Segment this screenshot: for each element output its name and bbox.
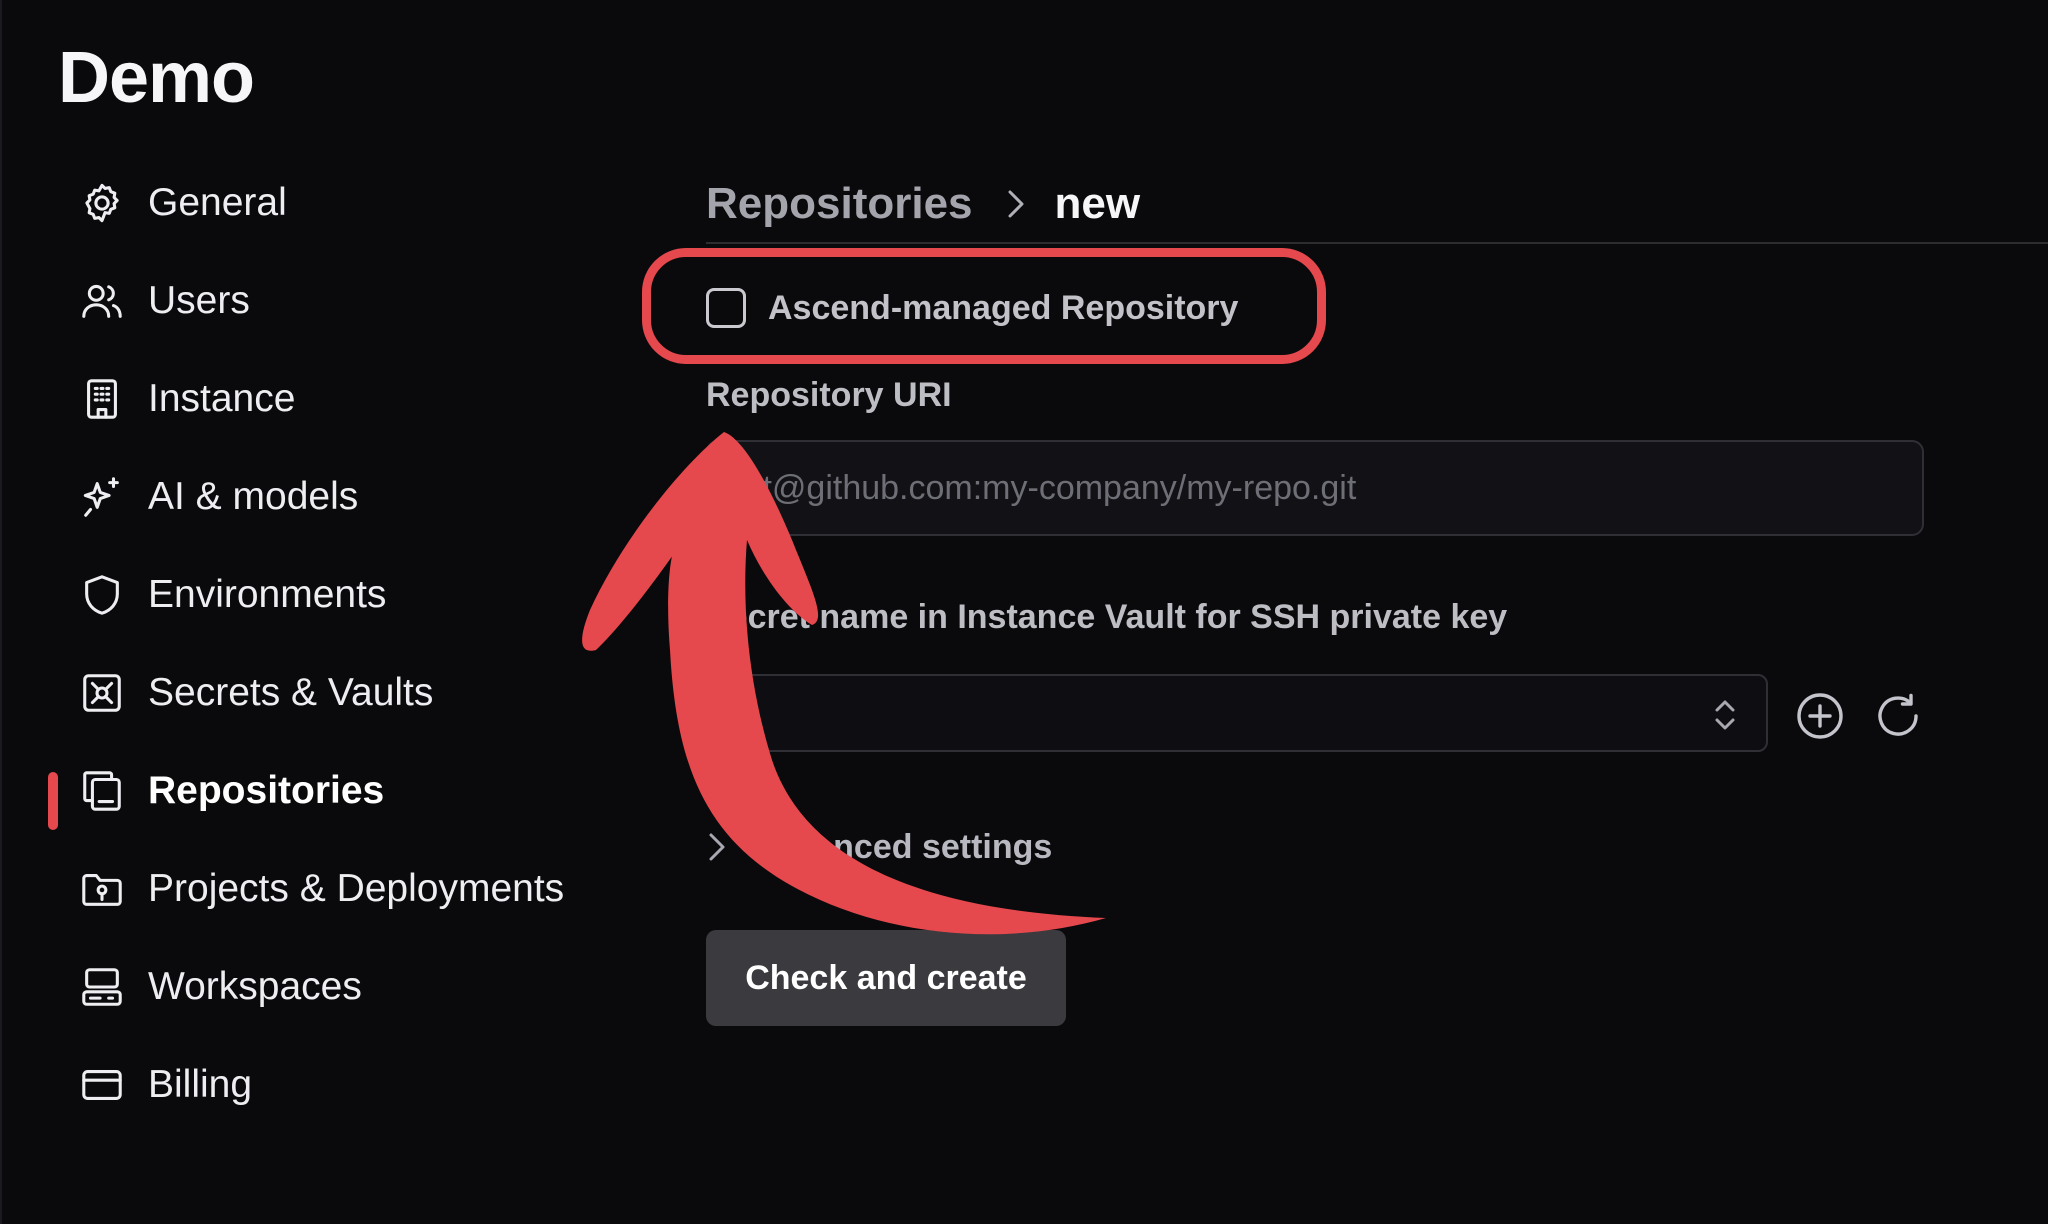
plus-circle-icon (1797, 693, 1843, 739)
sidebar-item-billing[interactable]: Billing (78, 1050, 638, 1120)
sidebar-item-instance[interactable]: Instance (78, 364, 638, 434)
sidebar-item-label: Projects & Deployments (148, 867, 565, 910)
sidebar-item-secrets-vaults[interactable]: Secrets & Vaults (78, 658, 638, 728)
shield-icon (78, 571, 126, 619)
chevron-right-icon (709, 833, 725, 861)
add-secret-button[interactable] (1794, 690, 1846, 742)
ascend-managed-label: Ascend-managed Repository (768, 288, 1239, 327)
advanced-settings-toggle[interactable]: Advanced settings (706, 822, 1052, 872)
app-title: Demo (58, 38, 255, 118)
sidebar-item-general[interactable]: General (78, 168, 638, 238)
refresh-icon (1878, 693, 1918, 736)
sidebar-item-label: AI & models (148, 475, 359, 518)
sidebar-item-users[interactable]: Users (78, 266, 638, 336)
building-icon (78, 375, 126, 423)
sidebar-item-ai-models[interactable]: AI & models (78, 462, 638, 532)
repository-uri-input[interactable] (706, 440, 1924, 536)
sidebar-item-label: Billing (148, 1063, 253, 1106)
breadcrumb: Repositories new (706, 172, 1140, 236)
active-indicator (48, 772, 58, 830)
chevron-right-icon (1005, 187, 1027, 221)
gear-icon (78, 179, 126, 227)
repositories-icon (78, 767, 126, 815)
credit-card-icon (78, 1061, 126, 1109)
breadcrumb-parent-link[interactable]: Repositories (706, 179, 973, 229)
advanced-settings-label: Advanced settings (750, 827, 1053, 866)
ascend-managed-checkbox[interactable] (706, 288, 746, 328)
sidebar-item-label: Environments (148, 573, 387, 616)
sidebar-item-label: Secrets & Vaults (148, 671, 434, 714)
secret-name-label: Secret name in Instance Vault for SSH pr… (706, 598, 1508, 636)
sidebar-item-workspaces[interactable]: Workspaces (78, 952, 638, 1022)
page-title: new (1054, 179, 1141, 228)
check-and-create-button[interactable]: Check and create (706, 930, 1066, 1026)
sidebar-item-label: Users (148, 279, 250, 322)
sidebar-item-label: Instance (148, 377, 296, 420)
workspaces-icon (78, 963, 126, 1011)
sidebar-item-label: Repositories (148, 769, 385, 812)
sidebar-item-label: General (148, 181, 287, 224)
folder-icon (78, 865, 126, 913)
vault-icon (78, 669, 126, 717)
sidebar-item-label: Workspaces (148, 965, 362, 1008)
chevron-up-down-icon (1715, 700, 1735, 730)
refresh-secrets-button[interactable] (1872, 690, 1924, 742)
sparkles-icon (78, 473, 126, 521)
ascend-managed-checkbox-row[interactable]: Ascend-managed Repository (706, 282, 1238, 334)
app-window: Demo General Users Instance AI & models (0, 0, 2048, 1224)
secret-name-select[interactable] (706, 674, 1768, 752)
repository-uri-label: Repository URI (706, 376, 952, 414)
users-icon (78, 277, 126, 325)
header-divider (706, 242, 2048, 244)
sidebar-item-environments[interactable]: Environments (78, 560, 638, 630)
sidebar-item-projects-deployments[interactable]: Projects & Deployments (78, 854, 638, 924)
sidebar-item-repositories[interactable]: Repositories (78, 756, 638, 826)
